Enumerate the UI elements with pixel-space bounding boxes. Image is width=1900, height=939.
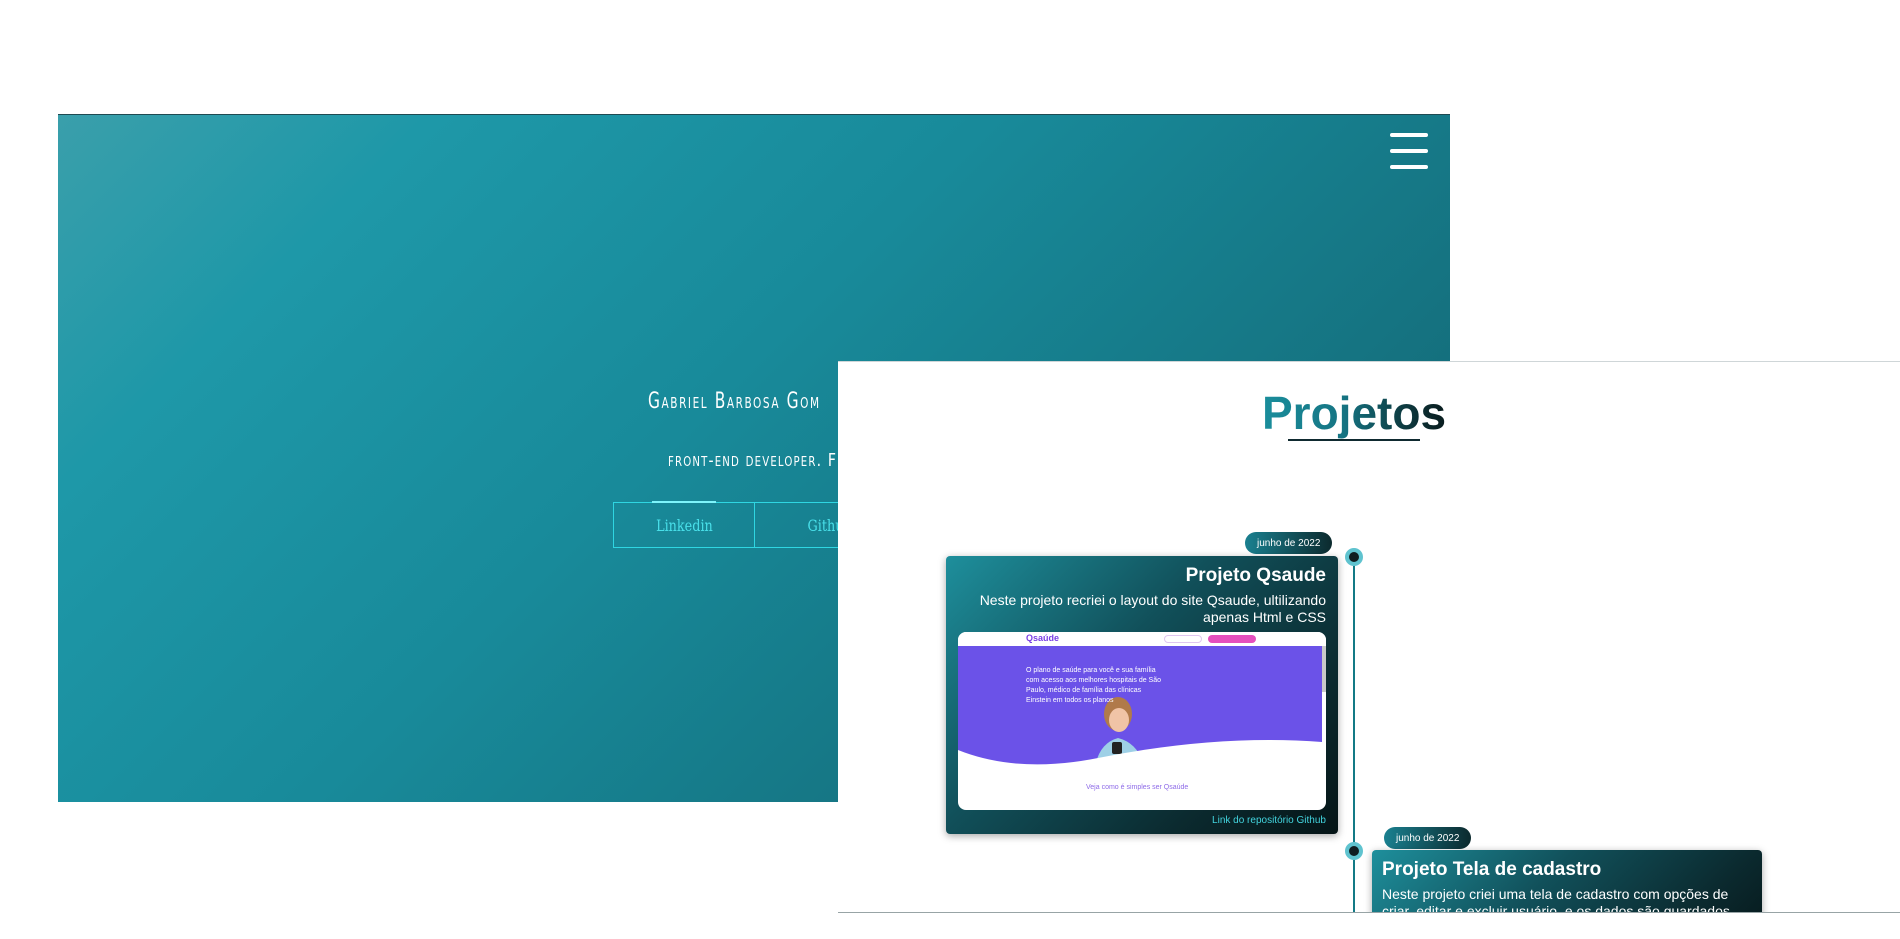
project-description: Neste projeto criei uma tela de cadastro… [1382,886,1730,913]
project-card-qsaude: Projeto Qsaude Neste projeto recriei o l… [946,556,1338,834]
projects-section: Projetos junho de 2022 Projeto Qsaude Ne… [838,361,1900,913]
timeline-dot [1345,842,1363,860]
preview-scrollbar [1322,646,1326,692]
linkedin-link[interactable]: Linkedin [613,501,755,548]
project-card-cadastro: Projeto Tela de cadastro Neste projeto c… [1372,850,1762,913]
hero-role: front-end developer. F [668,450,838,471]
github-repo-link[interactable]: Link do repositório Github [1212,815,1326,826]
project-description: Neste projeto recriei o layout do site Q… [979,592,1326,625]
title-underline [1288,439,1420,441]
preview-headline: O plano de saúde para você e sua família… [1026,667,1162,704]
preview-hero-banner: O plano de saúde para você e sua família… [958,646,1322,776]
project-preview-image: Qsaúde O plano de saúde para você e sua … [958,632,1326,810]
project-title: Projeto Qsaude [1185,565,1326,586]
timeline-dot [1345,548,1363,566]
preview-nav-button [1164,635,1202,643]
menu-bar [1390,133,1428,137]
preview-footer-text: Veja como é simples ser Qsaúde [1086,784,1189,791]
projects-title: Projetos [1262,387,1447,439]
hero-name: Gabriel Barbosa Gom [648,389,821,414]
hamburger-menu-icon[interactable] [1390,133,1428,169]
preview-logo: Qsaúde [1026,633,1060,643]
preview-nav-button [1208,635,1256,643]
menu-bar [1390,165,1428,169]
linkedin-label: Linkedin [655,515,713,535]
menu-bar [1390,149,1428,153]
date-badge: junho de 2022 [1245,532,1333,554]
preview-navbar: Qsaúde [958,632,1326,646]
project-title: Projeto Tela de cadastro [1382,859,1602,880]
date-badge: junho de 2022 [1384,827,1472,849]
